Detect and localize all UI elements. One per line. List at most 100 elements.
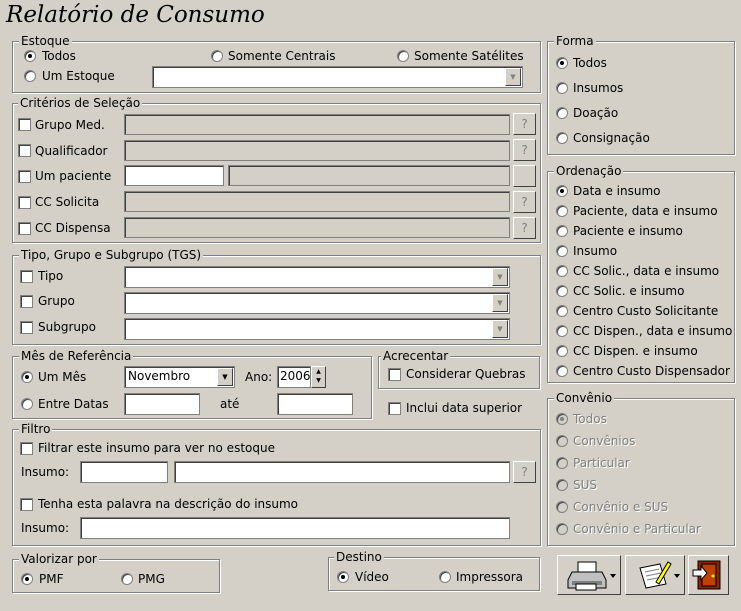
- video-radio[interactable]: [337, 571, 349, 583]
- ordenacao-option-radio[interactable]: [556, 325, 568, 337]
- estoque-centrais-label[interactable]: Somente Centrais: [228, 49, 335, 63]
- pmg-radio[interactable]: [121, 573, 133, 585]
- ordenacao-option-radio[interactable]: [556, 225, 568, 237]
- forma-option-radio[interactable]: [556, 57, 568, 69]
- data-inicio-input[interactable]: [124, 393, 200, 415]
- palavra-input[interactable]: [80, 517, 510, 539]
- tipo-label[interactable]: Tipo: [38, 269, 63, 283]
- ordenacao-option-label[interactable]: CC Solic., data e insumo: [573, 264, 719, 278]
- grupo-select[interactable]: ▼: [124, 292, 510, 314]
- ordenacao-option-radio[interactable]: [556, 345, 568, 357]
- palavra-checkbox[interactable]: [20, 498, 33, 511]
- cc-dispensa-label[interactable]: CC Dispensa: [35, 221, 111, 235]
- forma-option-radio[interactable]: [556, 132, 568, 144]
- grupo-med-label[interactable]: Grupo Med.: [35, 118, 105, 132]
- estoque-satelites-radio[interactable]: [397, 50, 409, 62]
- estoque-todos-radio[interactable]: [24, 50, 36, 62]
- ordenacao-option-label[interactable]: Paciente, data e insumo: [573, 204, 718, 218]
- ordenacao-option-radio[interactable]: [556, 245, 568, 257]
- quebras-label[interactable]: Considerar Quebras: [406, 367, 526, 381]
- subgrupo-select[interactable]: ▼: [124, 318, 510, 340]
- ordenacao-option-label[interactable]: CC Solic. e insumo: [573, 284, 684, 298]
- tipo-checkbox[interactable]: [20, 270, 33, 283]
- tipo-select[interactable]: ▼: [124, 266, 510, 288]
- forma-option-label[interactable]: Todos: [573, 56, 607, 70]
- filtrar-insumo-label[interactable]: Filtrar este insumo para ver no estoque: [38, 441, 275, 455]
- ordenacao-option-radio[interactable]: [556, 365, 568, 377]
- estoque-centrais-radio[interactable]: [211, 50, 223, 62]
- grupo-checkbox[interactable]: [20, 295, 33, 308]
- qualificador-help-button[interactable]: ?: [513, 139, 536, 161]
- entre-datas-radio[interactable]: [21, 398, 33, 410]
- cc-solicita-checkbox[interactable]: [18, 196, 31, 209]
- forma-option-label[interactable]: Doação: [573, 106, 618, 120]
- chevron-down-icon[interactable]: ▼: [217, 368, 233, 386]
- paciente-lookup-button[interactable]: [513, 165, 536, 187]
- ordenacao-option-radio[interactable]: [556, 305, 568, 317]
- ordenacao-option-radio[interactable]: [556, 265, 568, 277]
- chevron-down-icon[interactable]: ▼: [492, 268, 508, 286]
- estoque-satelites-label[interactable]: Somente Satélites: [414, 49, 524, 63]
- ordenacao-option-radio[interactable]: [556, 285, 568, 297]
- estoque-um-label[interactable]: Um Estoque: [42, 69, 115, 83]
- impressora-radio[interactable]: [439, 571, 451, 583]
- grupo-med-help-button[interactable]: ?: [513, 113, 536, 135]
- data-superior-checkbox[interactable]: [388, 402, 401, 415]
- forma-option-label[interactable]: Consignação: [573, 131, 650, 145]
- subgrupo-label[interactable]: Subgrupo: [38, 320, 96, 334]
- chevron-down-icon[interactable]: ▼: [492, 320, 508, 338]
- month-select[interactable]: Novembro ▼: [124, 366, 235, 388]
- insumo-code-input[interactable]: [80, 461, 168, 483]
- estoque-select[interactable]: ▼: [152, 66, 523, 88]
- pmf-label[interactable]: PMF: [39, 572, 64, 586]
- grupo-med-checkbox[interactable]: [18, 118, 31, 131]
- ordenacao-option-label[interactable]: Centro Custo Dispensador: [573, 364, 730, 378]
- chevron-down-icon[interactable]: ▼: [505, 68, 521, 86]
- data-superior-label[interactable]: Inclui data superior: [406, 401, 522, 415]
- forma-option-radio[interactable]: [556, 82, 568, 94]
- um-paciente-label[interactable]: Um paciente: [35, 169, 111, 183]
- cc-solicita-help-button[interactable]: ?: [513, 191, 536, 213]
- entre-datas-label[interactable]: Entre Datas: [38, 397, 109, 411]
- forma-option-label[interactable]: Insumos: [573, 81, 623, 95]
- paciente-code-input[interactable]: [124, 165, 224, 186]
- edit-button[interactable]: [625, 555, 685, 595]
- ano-input[interactable]: 2006: [277, 366, 311, 388]
- print-button[interactable]: [557, 555, 621, 595]
- impressora-label[interactable]: Impressora: [456, 570, 523, 584]
- um-mes-label[interactable]: Um Mês: [38, 370, 86, 384]
- grupo-label[interactable]: Grupo: [38, 294, 75, 308]
- ordenacao-option-radio[interactable]: [556, 185, 568, 197]
- ordenacao-option-radio[interactable]: [556, 205, 568, 217]
- video-label[interactable]: Vídeo: [355, 570, 389, 584]
- ordenacao-option-label[interactable]: Paciente e insumo: [573, 224, 683, 238]
- ordenacao-option-label[interactable]: Insumo: [573, 244, 617, 258]
- qualificador-checkbox[interactable]: [18, 144, 31, 157]
- insumo-name-input[interactable]: [174, 461, 510, 483]
- pmf-radio[interactable]: [21, 573, 33, 585]
- filtrar-insumo-checkbox[interactable]: [20, 442, 33, 455]
- quebras-checkbox[interactable]: [388, 368, 401, 381]
- pmg-label[interactable]: PMG: [138, 572, 165, 586]
- data-fim-input[interactable]: [277, 393, 353, 415]
- estoque-um-radio[interactable]: [24, 70, 36, 82]
- cc-dispensa-help-button[interactable]: ?: [513, 217, 536, 239]
- subgrupo-checkbox[interactable]: [20, 321, 33, 334]
- ano-spinner[interactable]: ▲ ▼: [311, 366, 326, 388]
- forma-option-radio[interactable]: [556, 107, 568, 119]
- qualificador-label[interactable]: Qualificador: [35, 144, 107, 158]
- ordenacao-option-label[interactable]: CC Dispen., data e insumo: [573, 324, 732, 338]
- cc-solicita-label[interactable]: CC Solicita: [35, 195, 99, 209]
- um-mes-radio[interactable]: [21, 371, 33, 383]
- ordenacao-option-label[interactable]: Data e insumo: [573, 184, 661, 198]
- chevron-down-icon[interactable]: ▼: [492, 294, 508, 312]
- um-paciente-checkbox[interactable]: [18, 170, 31, 183]
- ordenacao-option-label[interactable]: Centro Custo Solicitante: [573, 304, 718, 318]
- insumo-help-button[interactable]: ?: [513, 461, 536, 483]
- cc-dispensa-checkbox[interactable]: [18, 222, 31, 235]
- convenio-option-radio: [556, 435, 568, 447]
- palavra-label[interactable]: Tenha esta palavra na descrição do insum…: [38, 497, 298, 511]
- exit-button[interactable]: [688, 555, 729, 595]
- ordenacao-option-label[interactable]: CC Dispen. e insumo: [573, 344, 698, 358]
- estoque-todos-label[interactable]: Todos: [42, 49, 76, 63]
